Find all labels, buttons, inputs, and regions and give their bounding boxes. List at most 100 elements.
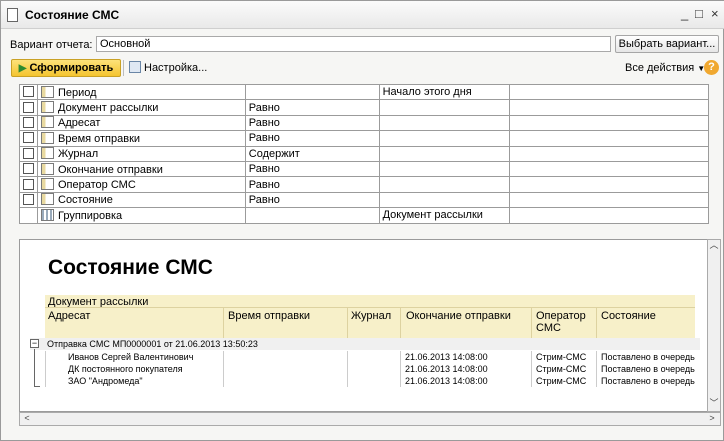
settings-icon xyxy=(129,61,141,73)
settings-row[interactable]: Журнал Содержит xyxy=(19,145,709,162)
maximize-button[interactable]: □ xyxy=(695,7,703,21)
use-checkbox[interactable] xyxy=(23,116,34,128)
settings-cell[interactable] xyxy=(19,207,38,224)
settings-cell[interactable] xyxy=(508,145,709,162)
settings-cell[interactable] xyxy=(508,114,709,132)
settings-cell[interactable] xyxy=(378,191,510,209)
scroll-left-icon[interactable]: < xyxy=(21,413,33,425)
field-name: Группировка xyxy=(58,209,123,222)
minimize-button[interactable]: _ xyxy=(681,7,688,21)
settings-cell[interactable]: Равно xyxy=(244,114,380,132)
column-header: Состояние xyxy=(601,310,656,322)
settings-cell[interactable]: Равно xyxy=(244,191,380,209)
toolbar-divider xyxy=(123,60,124,76)
settings-row[interactable]: Документ рассылки Равно xyxy=(19,99,709,116)
settings-cell[interactable]: Документ рассылки xyxy=(378,207,510,224)
settings-row[interactable]: Адресат Равно xyxy=(19,114,709,132)
settings-row[interactable]: Период Начало этого дня xyxy=(19,83,709,101)
settings-cell[interactable] xyxy=(508,160,709,178)
settings-cell[interactable]: Оператор СМС xyxy=(37,176,246,193)
settings-cell[interactable]: Равно xyxy=(244,176,380,193)
settings-cell[interactable] xyxy=(508,176,709,193)
settings-cell[interactable] xyxy=(244,83,380,101)
choose-variant-button[interactable]: Выбрать вариант... xyxy=(615,35,719,53)
settings-cell[interactable]: Состояние xyxy=(37,191,246,209)
collapse-icon[interactable]: − xyxy=(30,339,39,348)
field-name: Состояние xyxy=(58,194,113,207)
settings-cell[interactable]: Равно xyxy=(244,99,380,116)
settings-cell[interactable] xyxy=(378,176,510,193)
settings-cell[interactable] xyxy=(508,207,709,224)
settings-cell[interactable] xyxy=(378,160,510,178)
table-row[interactable]: Иванов Сергей Валентинович 21.06.2013 14:… xyxy=(45,351,695,363)
settings-cell[interactable]: Время отправки xyxy=(37,130,246,147)
table-cell: 21.06.2013 14:08:00 xyxy=(400,363,531,375)
settings-cell[interactable]: Журнал xyxy=(37,145,246,162)
settings-cell[interactable]: Равно xyxy=(244,130,380,147)
title-bar: Состояние СМС _ □ × xyxy=(1,1,724,29)
generate-button[interactable]: ▶ Сформировать xyxy=(11,59,121,77)
settings-cell[interactable]: Равно xyxy=(244,160,380,178)
settings-cell[interactable] xyxy=(19,145,38,162)
settings-cell[interactable] xyxy=(378,130,510,147)
settings-row[interactable]: Окончание отправки Равно xyxy=(19,160,709,178)
settings-cell[interactable] xyxy=(19,176,38,193)
table-cell: Поставлено в очередь xyxy=(596,351,695,363)
use-checkbox[interactable] xyxy=(23,86,34,98)
horizontal-scrollbar[interactable]: < > xyxy=(19,412,721,426)
vertical-scrollbar[interactable]: ︿ ﹀ xyxy=(707,239,721,412)
settings-cell[interactable] xyxy=(378,99,510,116)
settings-cell[interactable] xyxy=(19,160,38,178)
table-cell: Иванов Сергей Валентинович xyxy=(45,351,223,363)
settings-cell[interactable]: Окончание отправки xyxy=(37,160,246,178)
group-row: Отправка СМС МП0000001 от 21.06.2013 13:… xyxy=(30,338,700,350)
settings-cell[interactable]: Содержит xyxy=(244,145,380,162)
settings-cell[interactable] xyxy=(19,114,38,132)
settings-row[interactable]: Группировка Документ рассылки xyxy=(19,207,709,224)
use-checkbox[interactable] xyxy=(23,132,34,144)
column-header: Журнал xyxy=(351,310,392,322)
settings-cell[interactable]: Период xyxy=(37,83,246,101)
settings-cell[interactable] xyxy=(19,191,38,209)
settings-cell[interactable] xyxy=(508,191,709,209)
table-row[interactable]: ДК постоянного покупателя 21.06.2013 14:0… xyxy=(45,363,695,375)
field-name: Документ рассылки xyxy=(58,102,159,115)
settings-cell[interactable]: Группировка xyxy=(37,207,246,224)
settings-row[interactable]: Оператор СМС Равно xyxy=(19,176,709,193)
condition: Равно xyxy=(248,101,280,114)
variant-field[interactable]: Основной xyxy=(96,36,611,52)
use-checkbox[interactable] xyxy=(23,193,34,205)
report-area: Состояние СМС Документ рассылки Адресат … xyxy=(19,239,709,412)
settings-cell[interactable] xyxy=(508,83,709,101)
settings-cell[interactable] xyxy=(19,83,38,101)
table-cell xyxy=(347,351,400,363)
settings-cell[interactable] xyxy=(378,114,510,132)
settings-cell[interactable] xyxy=(378,145,510,162)
settings-cell[interactable]: Адресат xyxy=(37,114,246,132)
table-row[interactable]: ЗАО "Андромеда" 21.06.2013 14:08:00 Стрим-… xyxy=(45,375,695,387)
field-name: Окончание отправки xyxy=(58,163,163,176)
settings-cell[interactable] xyxy=(19,130,38,147)
close-button[interactable]: × xyxy=(711,7,719,21)
settings-cell[interactable] xyxy=(508,99,709,116)
settings-button[interactable]: Настройка... xyxy=(129,61,207,74)
use-checkbox[interactable] xyxy=(23,147,34,159)
settings-row[interactable]: Время отправки Равно xyxy=(19,130,709,147)
scroll-right-icon[interactable]: > xyxy=(706,413,718,425)
settings-cell[interactable] xyxy=(19,99,38,116)
scroll-up-icon[interactable]: ︿ xyxy=(708,240,720,252)
condition: Равно xyxy=(248,178,280,191)
settings-cell[interactable]: Документ рассылки xyxy=(37,99,246,116)
condition: Содержит xyxy=(248,147,300,160)
settings-row[interactable]: Состояние Равно xyxy=(19,191,709,209)
use-checkbox[interactable] xyxy=(23,178,34,190)
all-actions-menu[interactable]: Все действия ▼ xyxy=(625,62,705,74)
settings-cell[interactable] xyxy=(508,130,709,147)
use-checkbox[interactable] xyxy=(23,101,34,113)
scroll-down-icon[interactable]: ﹀ xyxy=(708,398,720,410)
settings-cell[interactable]: Начало этого дня xyxy=(378,83,510,101)
table-cell: 21.06.2013 14:08:00 xyxy=(400,351,531,363)
help-icon[interactable]: ? xyxy=(704,60,719,75)
use-checkbox[interactable] xyxy=(23,163,34,175)
settings-cell[interactable] xyxy=(244,207,380,224)
